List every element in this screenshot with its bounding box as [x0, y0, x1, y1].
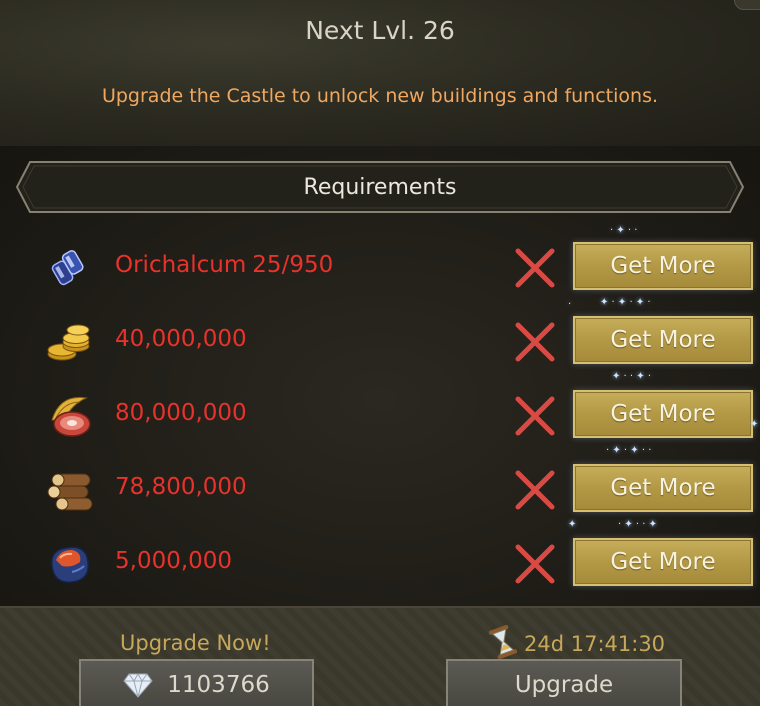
gold-coins-icon: [47, 324, 90, 361]
close-corner-button[interactable]: [734, 0, 760, 10]
not-met-x-icon: [515, 396, 555, 436]
sparkle-decoration: ✦ · ✦ · ✦ ·: [600, 297, 651, 308]
food-meat-icon: [51, 396, 91, 437]
upgrade-timer: 24d 17:41:30: [524, 632, 666, 656]
get-more-button[interactable]: Get More: [573, 316, 753, 364]
requirement-row-wood: 78,800,000 Get More: [0, 460, 760, 520]
not-met-x-icon: [515, 470, 555, 510]
not-met-x-icon: [515, 544, 555, 584]
sparkle-decoration: ✦: [750, 419, 759, 430]
sparkle-decoration: · ✦ · ✦ · ·: [606, 445, 652, 456]
orichalcum-icon: [51, 250, 84, 286]
upgrade-now-label: Upgrade Now!: [120, 631, 271, 655]
sparkle-decoration: ✦ · · ✦ ·: [612, 371, 652, 382]
requirements-title: Requirements: [303, 174, 457, 200]
get-more-button[interactable]: Get More: [573, 242, 753, 290]
wood-logs-icon: [47, 473, 93, 511]
resource-name: Orichalcum: [115, 252, 247, 278]
sparkle-decoration: ✦: [568, 519, 577, 530]
ore-requirement: 5,000,000: [115, 548, 233, 574]
sparkle-decoration: ·: [568, 299, 572, 310]
gold-requirement: 40,000,000: [115, 326, 247, 352]
requirement-row-ore: 5,000,000 Get More: [0, 534, 760, 594]
sparkle-decoration: · ✦ · ·: [610, 225, 638, 236]
upgrade-description: Upgrade the Castle to unlock new buildin…: [101, 85, 659, 107]
requirement-row-orichalcum: Orichalcum 25/950 Get More: [0, 238, 760, 298]
get-more-button[interactable]: Get More: [573, 538, 753, 586]
get-more-button[interactable]: Get More: [573, 390, 753, 438]
sparkle-decoration: · ✦ · · ✦: [618, 519, 658, 530]
orichalcum-requirement: Orichalcum 25/950: [115, 252, 333, 278]
get-more-button[interactable]: Get More: [573, 464, 753, 512]
header-panel: Next Lvl. 26 Upgrade the Castle to unloc…: [0, 0, 760, 146]
diamond-icon: [123, 672, 153, 698]
hourglass-icon: [489, 625, 517, 659]
not-met-x-icon: [515, 322, 555, 362]
next-level-title: Next Lvl. 26: [305, 16, 455, 45]
food-requirement: 80,000,000: [115, 400, 247, 426]
wood-requirement: 78,800,000: [115, 474, 247, 500]
resource-amount: 25/950: [252, 252, 334, 278]
not-met-x-icon: [515, 248, 555, 288]
gem-cost: 1103766: [167, 672, 270, 698]
upgrade-button[interactable]: Upgrade: [446, 659, 682, 706]
ore-stone-icon: [51, 546, 89, 583]
requirement-row-food: 80,000,000 Get More: [0, 386, 760, 446]
upgrade-now-gems-button[interactable]: 1103766: [79, 659, 314, 706]
requirement-row-gold: 40,000,000 Get More: [0, 312, 760, 372]
